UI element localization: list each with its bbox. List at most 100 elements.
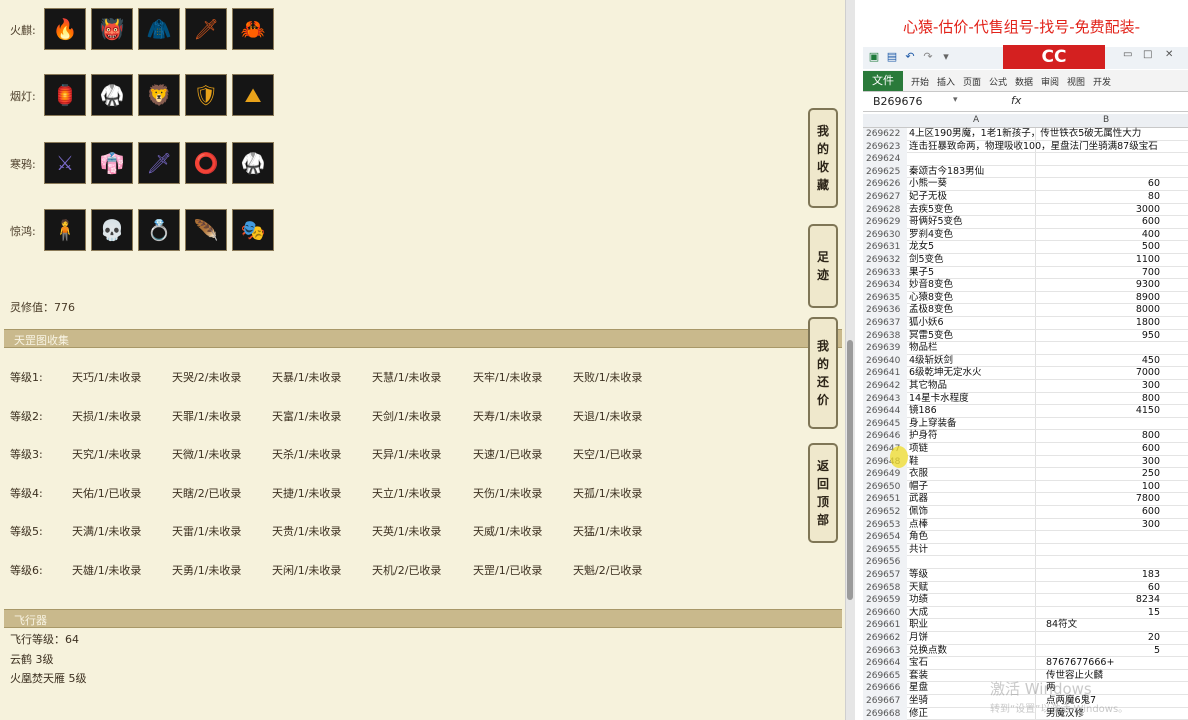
cell-a[interactable]: 月饼 [909,632,1044,645]
row-number[interactable]: 269655 [863,543,907,557]
cell-a[interactable]: 武器 [909,493,1044,506]
cell-a[interactable]: 秦颂古今183男仙 [909,166,1044,179]
cell-b[interactable]: 300 [1044,380,1160,393]
row-number[interactable]: 269630 [863,228,907,242]
row-number[interactable]: 269625 [863,165,907,179]
sheet-row[interactable]: 269638 冥雷5变色 950 [863,329,1188,343]
cell-b[interactable]: 600 [1044,216,1160,229]
cell-b[interactable]: 800 [1044,430,1160,443]
cell-b[interactable]: 9300 [1044,279,1160,292]
sheet-row[interactable]: 269644 镜186 4150 [863,405,1188,418]
skull-icon[interactable]: 💀 [91,209,133,251]
cell-a[interactable]: 物品栏 [909,342,1044,355]
row-number[interactable]: 269651 [863,493,907,506]
cell-a[interactable]: 共计 [909,544,1044,557]
cell-a[interactable]: 帽子 [909,481,1044,494]
row-number[interactable]: 269658 [863,581,907,595]
row-number[interactable]: 269644 [863,405,907,418]
cell-a[interactable]: 14星卡水程度 [909,393,1044,406]
cell-a[interactable]: 天赋 [909,582,1044,595]
cell-a[interactable]: 鞋 [909,456,1044,469]
cell-a[interactable]: 心猿8变色 [909,292,1044,305]
sheet-row[interactable]: 269625 秦颂古今183男仙 [863,165,1188,179]
cell-a[interactable]: 宝石 [909,657,1044,670]
row-number[interactable]: 269633 [863,266,907,280]
cell-a[interactable]: 护身符 [909,430,1044,443]
cell-b[interactable]: 300 [1044,456,1160,469]
sheet-row[interactable]: 269622 4上区190男魔，1老1新孩子，传世铁衣5破无属性大力 [863,128,1188,141]
row-number[interactable]: 269664 [863,657,907,670]
cell-b[interactable]: 300 [1044,519,1160,532]
cell-b[interactable]: 500 [1044,241,1160,254]
cell-a[interactable]: 4上区190男魔，1老1新孩子，传世铁衣5破无属性大力 [909,128,1141,141]
frost-ring-icon[interactable]: ⭕ [185,142,227,184]
amber-shield-icon[interactable]: 🛡 [185,74,227,116]
save-icon[interactable]: ▤ [885,50,899,64]
fire-weapon-icon[interactable]: 🔥 [44,8,86,50]
row-number[interactable]: 269632 [863,254,907,267]
sheet-row[interactable]: 269642 其它物品 300 [863,380,1188,393]
sheet-row[interactable]: 269645 身上穿装备 [863,417,1188,431]
sheet-row[interactable]: 269641 6级乾坤无定水火 7000 [863,367,1188,380]
cell-b[interactable]: 8000 [1044,304,1160,317]
sheet-row[interactable]: 269648 鞋 300 [863,455,1188,469]
cell-a[interactable]: 连击狂暴致命两，物理吸收100，星盘法门坐骑满87级宝石 [909,141,1158,154]
sheet-row[interactable]: 269626 小熊一葵 60 [863,178,1188,191]
sheet-row[interactable]: 269661 职业 84符文 [863,619,1188,632]
cell-b[interactable]: 8234 [1044,594,1160,607]
cell-a[interactable]: 大成 [909,607,1044,620]
claw-icon[interactable]: 🦀 [232,8,274,50]
back-to-top-button[interactable]: 返回顶部 [808,443,838,543]
sheet-row[interactable]: 269660 大成 15 [863,606,1188,620]
silver-ring-icon[interactable]: 💍 [138,209,180,251]
row-number[interactable]: 269631 [863,241,907,254]
ribbon-tab[interactable]: 开始 [911,75,929,88]
row-number[interactable]: 269642 [863,380,907,393]
cell-b[interactable]: 60 [1044,582,1160,595]
row-number[interactable]: 269638 [863,329,907,343]
cell-b[interactable]: 600 [1044,443,1160,456]
sheet-row[interactable]: 269634 妙音8变色 9300 [863,279,1188,292]
cell-b[interactable]: 100 [1044,481,1160,494]
row-number[interactable]: 269628 [863,203,907,217]
sheet-row[interactable]: 269627 妃子无极 80 [863,191,1188,204]
sheet-row[interactable]: 269654 角色 [863,531,1188,544]
sheet-row[interactable]: 269636 孟极8变色 8000 [863,304,1188,317]
row-number[interactable]: 269646 [863,430,907,443]
ribbon-tab[interactable]: 审阅 [1041,75,1059,88]
feather-icon[interactable]: 🪶 [185,209,227,251]
jade-figure-icon[interactable]: 🧍 [44,209,86,251]
sheet-row[interactable]: 269649 衣服 250 [863,468,1188,481]
row-number[interactable]: 269640 [863,354,907,368]
cell-b[interactable]: 3000 [1044,204,1160,217]
ribbon-tab[interactable]: 公式 [989,75,1007,88]
cell-a[interactable]: 妙音8变色 [909,279,1044,292]
sheet-row[interactable]: 269637 狐小妖6 1800 [863,317,1188,330]
row-number[interactable]: 269663 [863,644,907,658]
row-number[interactable]: 269622 [863,128,907,141]
row-number[interactable]: 269667 [863,695,907,708]
cell-a[interactable]: 去疾5变色 [909,204,1044,217]
row-number[interactable]: 269653 [863,518,907,532]
golden-head-icon[interactable]: 🦁 [138,74,180,116]
sheet-row[interactable]: 269651 武器 7800 [863,493,1188,506]
cell-a[interactable]: 剑5变色 [909,254,1044,267]
cell-a[interactable]: 冥雷5变色 [909,330,1044,343]
cell-b[interactable]: 950 [1044,330,1160,343]
column-b-header[interactable]: B [1103,115,1109,125]
sheet-row[interactable]: 269628 去疾5变色 3000 [863,203,1188,217]
cell-a[interactable]: 小熊一葵 [909,178,1044,191]
sheet-row[interactable]: 269624 [863,153,1188,166]
row-number[interactable]: 269627 [863,191,907,204]
cell-b[interactable]: 8900 [1044,292,1160,305]
row-number[interactable]: 269659 [863,594,907,607]
row-number[interactable]: 269636 [863,304,907,317]
cell-a[interactable]: 点棒 [909,519,1044,532]
row-number[interactable]: 269643 [863,392,907,406]
row-number[interactable]: 269649 [863,468,907,481]
fx-button[interactable]: fx [1011,94,1021,107]
sheet-row[interactable]: 269658 天赋 60 [863,581,1188,595]
cell-a[interactable]: 衣服 [909,468,1044,481]
cell-b[interactable]: 250 [1044,468,1160,481]
cell-b[interactable]: 183 [1044,569,1160,582]
